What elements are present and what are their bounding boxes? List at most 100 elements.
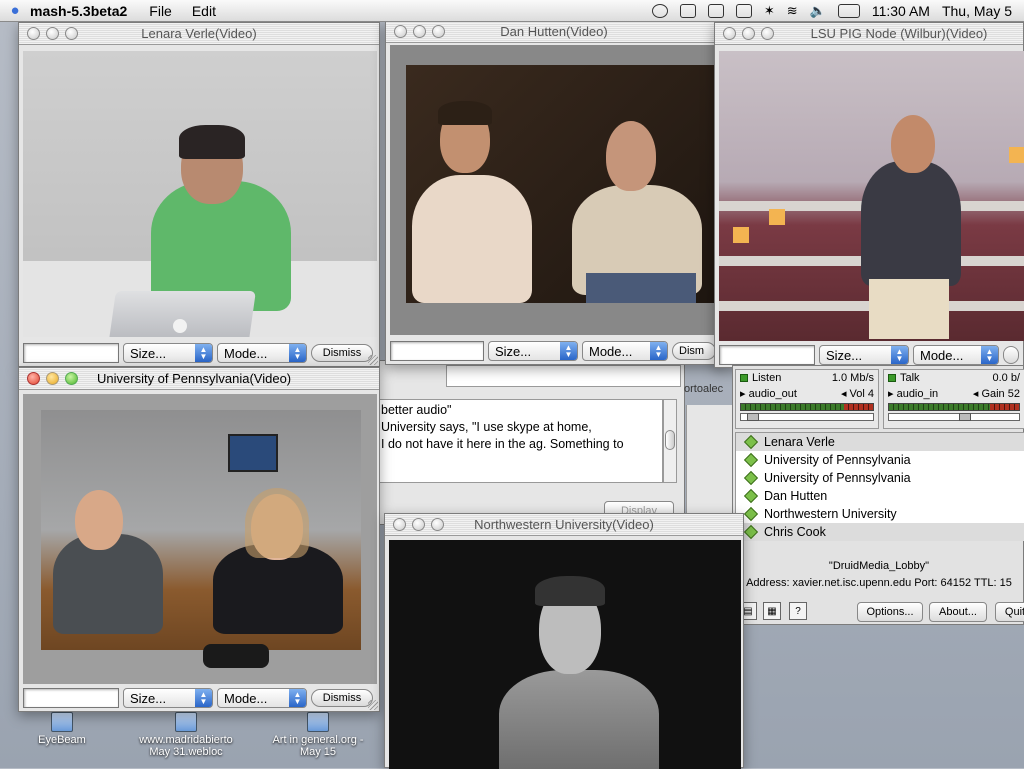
battery-icon[interactable] bbox=[837, 3, 860, 18]
dismiss-button[interactable]: Dism bbox=[672, 342, 716, 360]
participant-row[interactable]: Chris Cook bbox=[736, 523, 1024, 541]
chat-input-top[interactable] bbox=[446, 365, 681, 387]
size-popup[interactable]: Size... ▲ ▼ bbox=[819, 345, 909, 365]
popup-arrow-icon: ▲ ▼ bbox=[891, 346, 908, 364]
about-button[interactable]: About... bbox=[929, 602, 987, 622]
popup-arrow-icon: ▲ ▼ bbox=[195, 344, 212, 362]
mode-popup[interactable]: Mode... ▲ ▼ bbox=[582, 341, 668, 361]
app-menu[interactable]: mash-5.3beta2 bbox=[30, 3, 127, 19]
apple-icon[interactable]: ● bbox=[0, 2, 30, 19]
window-titlebar[interactable]: Dan Hutten(Video) bbox=[386, 21, 722, 43]
close-button[interactable] bbox=[723, 27, 736, 40]
window-title: Dan Hutten(Video) bbox=[500, 24, 608, 39]
video-window-dan[interactable]: Dan Hutten(Video) Size... ▲ ▼ Mode... ▲ ▼ Di… bbox=[385, 20, 723, 365]
window-titlebar[interactable]: Northwestern University(Video) bbox=[385, 514, 743, 536]
script-icon[interactable] bbox=[707, 3, 724, 18]
name-field[interactable] bbox=[23, 343, 119, 363]
mode-popup[interactable]: Mode... ▲ ▼ bbox=[217, 343, 307, 363]
video-controls: Size... ▲ ▼ Mode... ▲ ▼ Dismiss bbox=[23, 688, 373, 708]
participant-row[interactable]: Dan Hutten bbox=[736, 487, 1024, 505]
grid-view-icon[interactable]: ▦ bbox=[763, 602, 781, 620]
name-field[interactable] bbox=[719, 345, 815, 365]
audio-in-label: audio_in bbox=[896, 388, 939, 400]
desktop-icon-artingeneral[interactable]: Art in general.org - May 15 bbox=[258, 712, 378, 758]
participant-icon bbox=[743, 506, 759, 522]
menubar: ● mash-5.3beta2 File Edit ✶ ≋ 🔈 11:30 AM… bbox=[0, 0, 1024, 22]
video-window-northwestern[interactable]: Northwestern University(Video) bbox=[384, 513, 744, 769]
window-title: Northwestern University(Video) bbox=[474, 517, 654, 532]
desktop-icon-eyebeam[interactable]: EyeBeam bbox=[2, 712, 122, 746]
minimize-button[interactable] bbox=[412, 518, 425, 531]
participant-icon bbox=[743, 434, 759, 450]
clock[interactable]: 11:30 AM bbox=[872, 3, 930, 19]
name-field[interactable] bbox=[23, 688, 119, 708]
dismiss-button[interactable]: Dismiss bbox=[311, 689, 373, 707]
video-controls: Size... ▲ ▼ Mode... ▲ ▼ bbox=[719, 345, 1019, 365]
minimize-button[interactable] bbox=[46, 27, 59, 40]
bluetooth-icon[interactable]: ✶ bbox=[764, 3, 775, 19]
talk-indicator[interactable] bbox=[888, 374, 896, 383]
close-button[interactable] bbox=[393, 518, 406, 531]
size-popup[interactable]: Size... ▲ ▼ bbox=[123, 688, 213, 708]
close-button[interactable] bbox=[27, 372, 40, 385]
options-button[interactable]: Options... bbox=[857, 602, 923, 622]
window-title: LSU PIG Node (Wilbur)(Video) bbox=[810, 26, 988, 41]
zoom-button[interactable] bbox=[65, 27, 78, 40]
sync-icon[interactable] bbox=[651, 3, 668, 18]
minimize-button[interactable] bbox=[46, 372, 59, 385]
vol-value: 4 bbox=[867, 388, 874, 400]
minimize-button[interactable] bbox=[413, 25, 426, 38]
webloc-icon bbox=[175, 712, 197, 732]
volume-slider[interactable] bbox=[740, 413, 874, 421]
minimize-button[interactable] bbox=[742, 27, 755, 40]
popup-arrow-icon: ▲ ▼ bbox=[650, 342, 667, 360]
video-window-lenara[interactable]: Lenara Verle(Video) Size... ▲ ▼ Mode... ▲ ▼ … bbox=[18, 22, 380, 367]
airport-icon[interactable]: ≋ bbox=[787, 3, 798, 19]
participant-row[interactable]: Lenara Verle bbox=[736, 433, 1024, 451]
listen-rate: 1.0 Mb/s bbox=[831, 372, 874, 384]
gain-slider[interactable] bbox=[888, 413, 1020, 421]
zoom-button[interactable] bbox=[432, 25, 445, 38]
size-popup[interactable]: Size... ▲ ▼ bbox=[488, 341, 578, 361]
mode-popup[interactable]: Mode... ▲ ▼ bbox=[217, 688, 307, 708]
size-popup[interactable]: Size... ▲ ▼ bbox=[123, 343, 213, 363]
video-controls: Size... ▲ ▼ Mode... ▲ ▼ Dismiss bbox=[23, 343, 373, 363]
desktop-icon-madrid[interactable]: www.madridabierto May 31.webloc bbox=[126, 712, 246, 758]
participant-list: Lenara Verle University of Pennsylvania … bbox=[735, 432, 1024, 541]
chat-line: University says, "I use skype at home, bbox=[381, 420, 592, 434]
window-titlebar[interactable]: LSU PIG Node (Wilbur)(Video) bbox=[715, 23, 1023, 45]
resize-handle[interactable] bbox=[368, 700, 378, 710]
participant-row[interactable]: University of Pennsylvania bbox=[736, 469, 1024, 487]
mode-popup[interactable]: Mode... ▲ ▼ bbox=[913, 345, 999, 365]
help-icon[interactable]: ? bbox=[789, 602, 807, 620]
date[interactable]: Thu, May 5 bbox=[942, 3, 1012, 19]
window-titlebar[interactable]: Lenara Verle(Video) bbox=[19, 23, 379, 45]
video-feed bbox=[719, 51, 1024, 341]
menu-file[interactable]: File bbox=[149, 3, 172, 19]
display-icon[interactable] bbox=[679, 3, 696, 18]
dismiss-button[interactable] bbox=[1003, 346, 1019, 364]
dismiss-button[interactable]: Dismiss bbox=[311, 344, 373, 362]
popup-arrow-icon: ▲ ▼ bbox=[289, 689, 306, 707]
window-titlebar[interactable]: University of Pennsylvania(Video) bbox=[19, 368, 379, 390]
volume-icon[interactable]: 🔈 bbox=[810, 3, 826, 19]
talk-label: Talk bbox=[900, 372, 920, 384]
chat-scrollbar[interactable] bbox=[663, 399, 677, 483]
zoom-button[interactable] bbox=[65, 372, 78, 385]
participant-row[interactable]: Northwestern University bbox=[736, 505, 1024, 523]
menu-edit[interactable]: Edit bbox=[192, 3, 216, 19]
zoom-button[interactable] bbox=[431, 518, 444, 531]
ichat-icon[interactable] bbox=[735, 3, 752, 18]
quit-button[interactable]: Quit bbox=[995, 602, 1024, 622]
close-button[interactable] bbox=[27, 27, 40, 40]
video-window-lsu[interactable]: LSU PIG Node (Wilbur)(Video) Size... ▲ ▼ M… bbox=[714, 22, 1024, 368]
participant-row[interactable]: University of Pennsylvania bbox=[736, 451, 1024, 469]
popup-arrow-icon: ▲ ▼ bbox=[195, 689, 212, 707]
video-window-upenn[interactable]: University of Pennsylvania(Video) Size..… bbox=[18, 367, 380, 712]
participant-icon bbox=[743, 488, 759, 504]
zoom-button[interactable] bbox=[761, 27, 774, 40]
name-field[interactable] bbox=[390, 341, 484, 361]
listen-indicator[interactable] bbox=[740, 374, 748, 383]
resize-handle[interactable] bbox=[368, 355, 378, 365]
close-button[interactable] bbox=[394, 25, 407, 38]
